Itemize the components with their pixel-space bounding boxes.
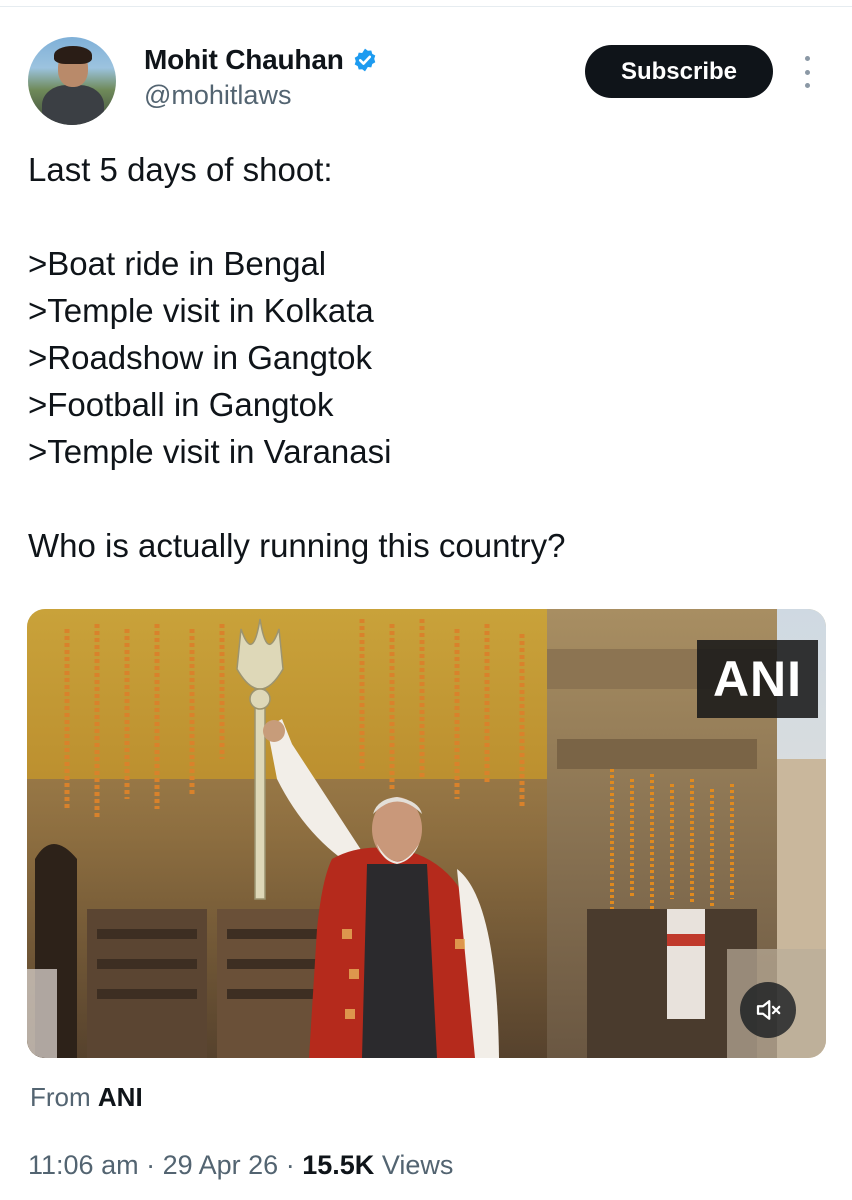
author-handle[interactable]: @mohitlaws xyxy=(144,80,291,111)
top-divider xyxy=(0,6,852,7)
tweet-meta: 11:06 am · 29 Apr 26 · 15.5K Views xyxy=(28,1150,453,1181)
author-name[interactable]: Mohit Chauhan xyxy=(144,44,344,76)
ani-watermark: ANI xyxy=(697,640,818,718)
tweet-video[interactable]: ANI xyxy=(27,609,826,1058)
tweet-line xyxy=(28,193,828,240)
tweet-time[interactable]: 11:06 am xyxy=(28,1150,139,1180)
author-name-row[interactable]: Mohit Chauhan xyxy=(144,44,378,76)
subscribe-button[interactable]: Subscribe xyxy=(585,45,773,98)
tweet-line xyxy=(28,475,828,522)
views-label: Views xyxy=(381,1150,454,1180)
mute-icon[interactable] xyxy=(740,982,796,1038)
verified-badge-icon xyxy=(354,48,375,72)
meta-separator: · xyxy=(146,1150,156,1180)
tweet-text: Last 5 days of shoot: >Boat ride in Beng… xyxy=(28,146,828,569)
mute-glyph xyxy=(756,1000,781,1020)
tweet-line: Last 5 days of shoot: xyxy=(28,151,333,188)
tweet-line: >Temple visit in Varanasi xyxy=(28,433,392,470)
more-options-icon[interactable] xyxy=(797,56,817,88)
media-source-prefix: From xyxy=(30,1082,91,1112)
media-source-name[interactable]: ANI xyxy=(98,1082,143,1112)
views-count: 15.5K xyxy=(302,1150,375,1180)
tweet-line: >Roadshow in Gangtok xyxy=(28,339,372,376)
tweet-line: Who is actually running this country? xyxy=(28,527,566,564)
tweet-line: >Boat ride in Bengal xyxy=(28,245,327,282)
avatar[interactable] xyxy=(28,37,116,125)
tweet-date[interactable]: 29 Apr 26 xyxy=(163,1150,279,1180)
tweet-line: >Temple visit in Kolkata xyxy=(28,292,374,329)
tweet-line: >Football in Gangtok xyxy=(28,386,334,423)
meta-separator: · xyxy=(285,1150,295,1180)
media-source: From ANI xyxy=(30,1082,143,1113)
